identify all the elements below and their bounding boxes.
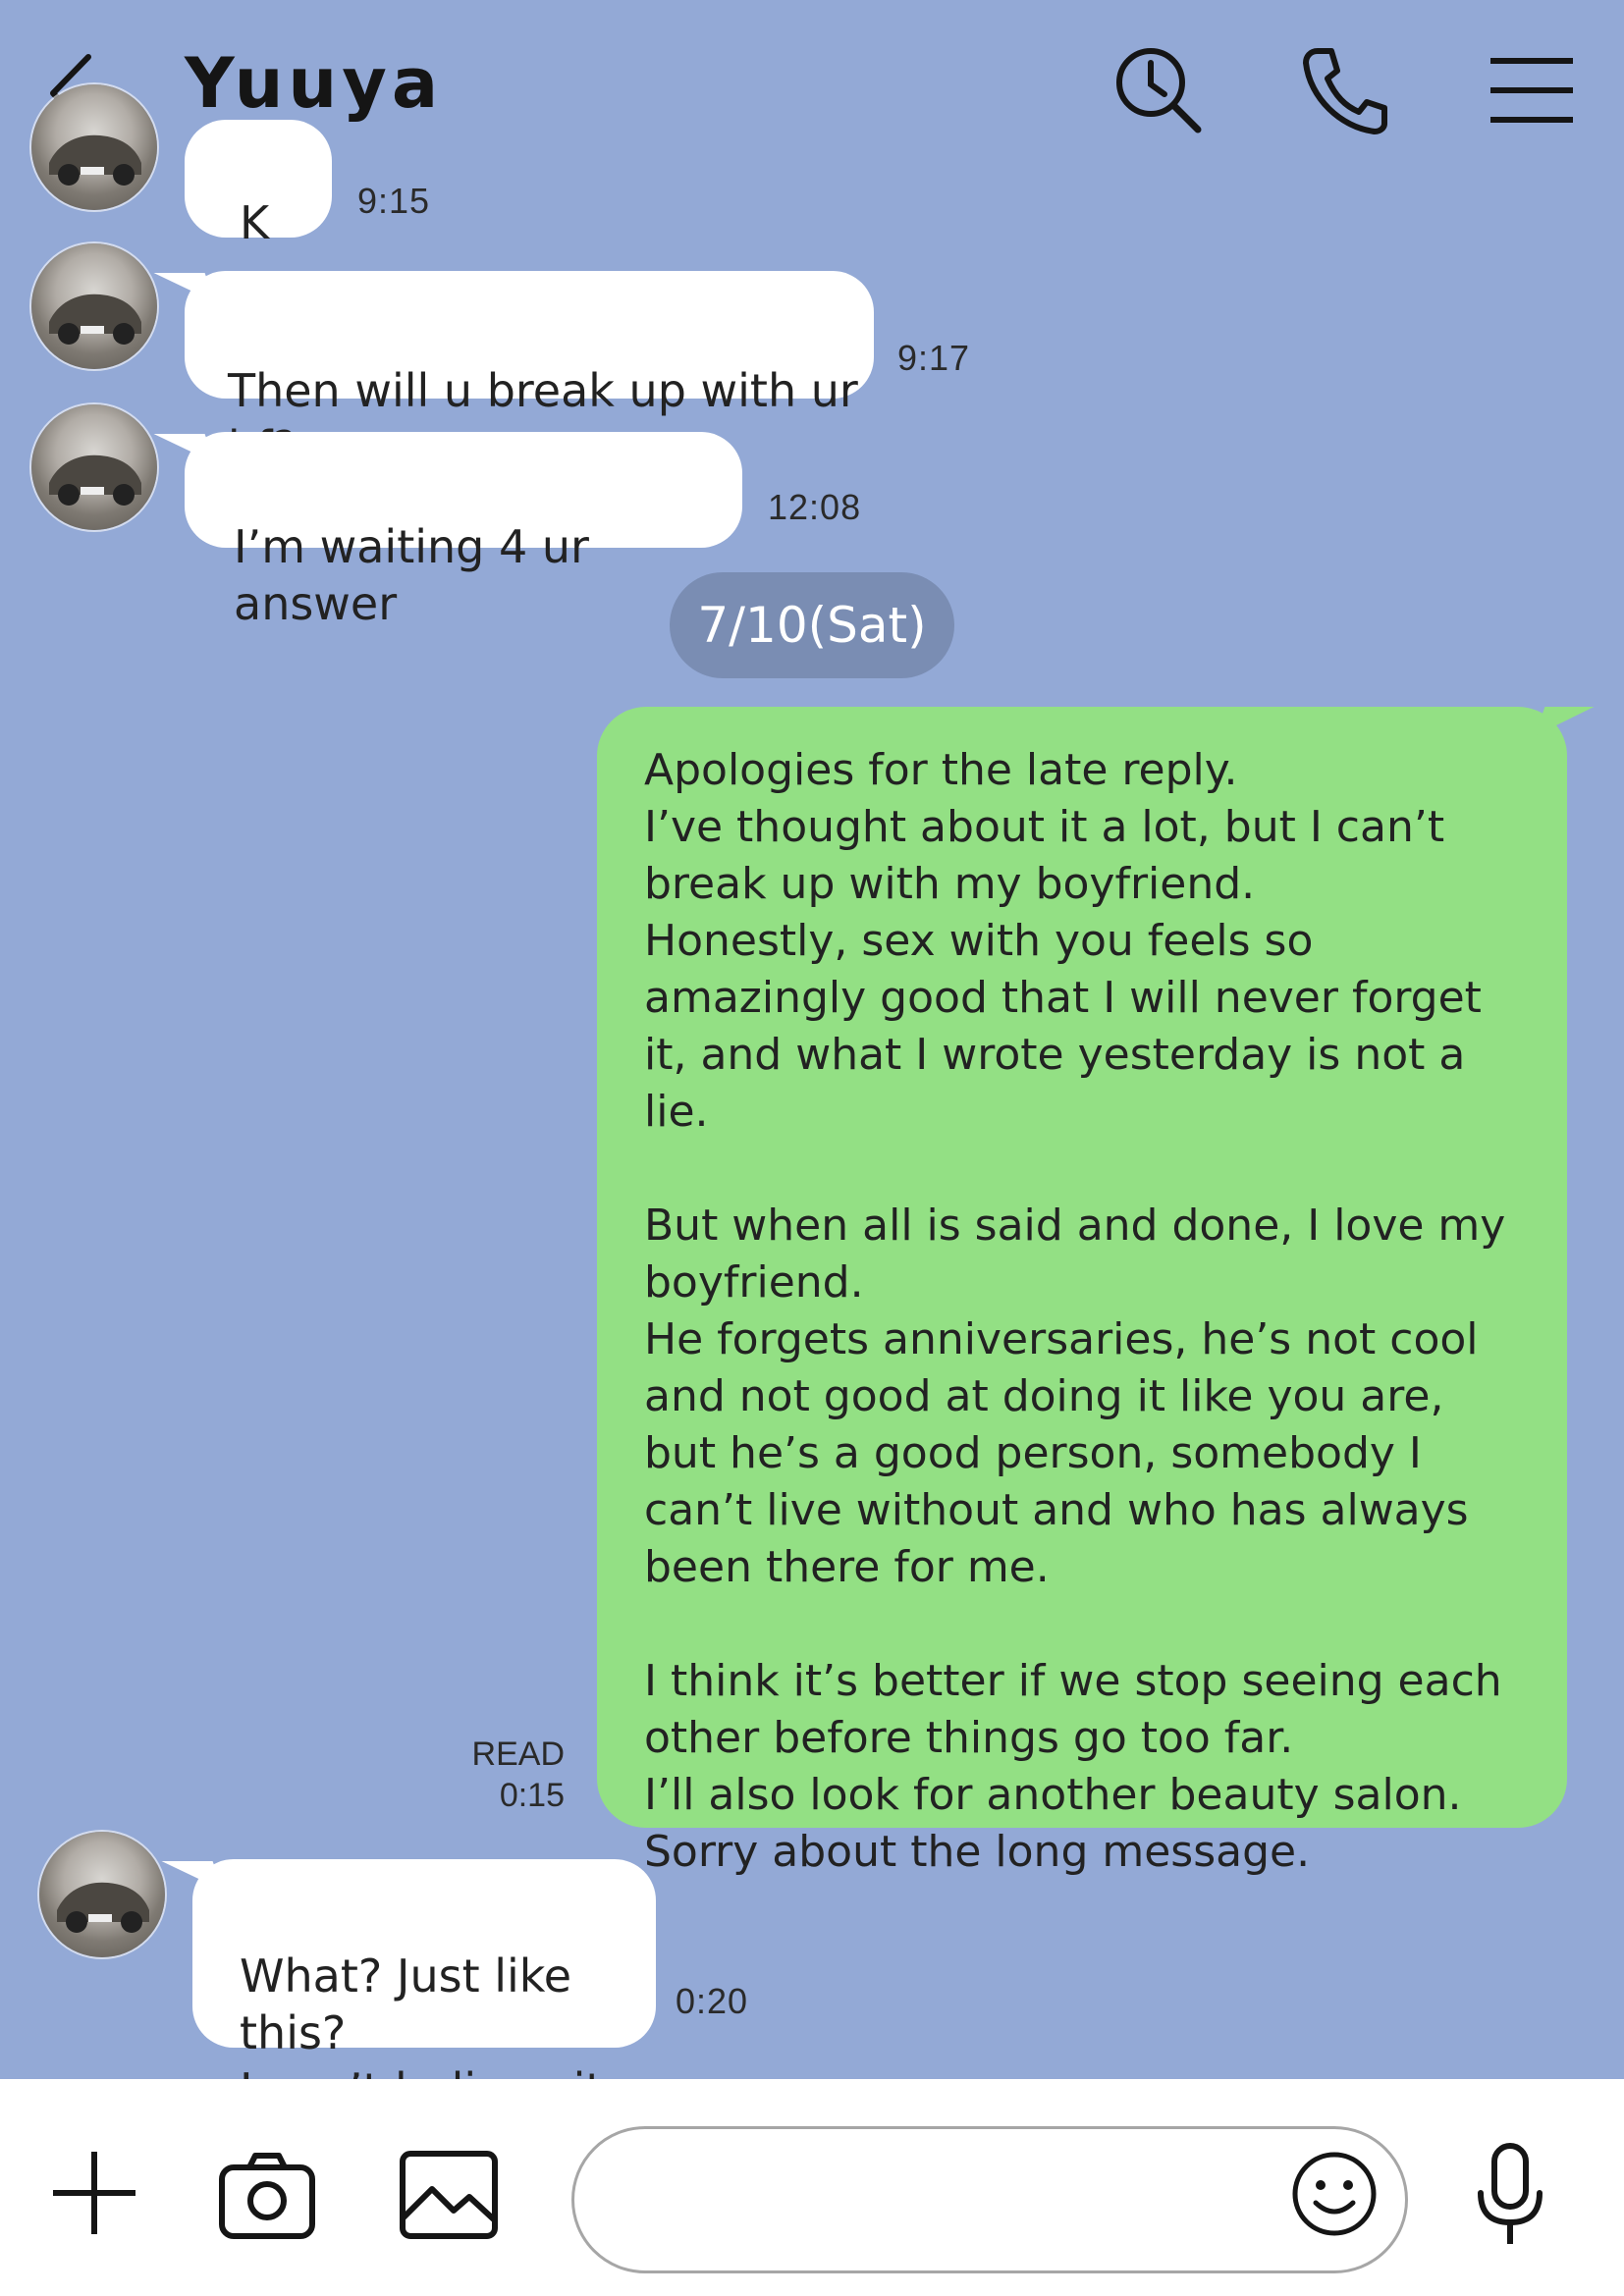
read-receipt: READ 0:15 <box>461 1734 565 1816</box>
message-time: 9:15 <box>357 181 431 221</box>
mic-icon[interactable] <box>1471 2142 1549 2250</box>
input-bar <box>0 2079 1624 2296</box>
message-paragraph: But when all is said and done, I love my… <box>644 1201 1506 1592</box>
message-input[interactable] <box>571 2126 1408 2273</box>
read-label: READ <box>471 1735 565 1773</box>
date-separator: 7/10(Sat) <box>670 572 954 678</box>
received-message[interactable]: I’m waiting 4 ur answer <box>185 432 742 630</box>
plus-icon[interactable] <box>49 2148 139 2238</box>
message-paragraph: I think it’s better if we stop seeing ea… <box>644 1656 1502 1877</box>
received-message[interactable]: Then will u break up with ur bf? <box>185 271 874 474</box>
message-time: 12:08 <box>768 487 862 527</box>
emoji-icon[interactable] <box>1290 2150 1379 2238</box>
camera-icon[interactable] <box>218 2150 316 2240</box>
message-text: What? Just like this? I can’t believe it… <box>240 1949 618 2079</box>
message-text: K <box>240 196 270 249</box>
image-icon[interactable] <box>399 2150 499 2240</box>
message-time: 0:15 <box>499 1777 565 1814</box>
avatar[interactable] <box>31 243 157 369</box>
message-paragraph: Apologies for the late reply. I’ve thoug… <box>644 745 1482 1137</box>
avatar[interactable] <box>31 404 157 530</box>
received-message[interactable]: What? Just like this? I can’t believe it… <box>192 1859 656 2079</box>
received-message[interactable]: K <box>185 120 332 249</box>
message-time: 0:20 <box>676 1981 749 2021</box>
sent-message[interactable]: Apologies for the late reply. I’ve thoug… <box>597 707 1567 1877</box>
avatar[interactable] <box>31 84 157 210</box>
chat-area[interactable]: K 9:15 Then will u break up with ur bf? … <box>0 0 1624 2079</box>
avatar[interactable] <box>39 1832 165 1957</box>
message-text: I’m waiting 4 ur answer <box>234 520 589 630</box>
message-time: 9:17 <box>897 338 971 378</box>
